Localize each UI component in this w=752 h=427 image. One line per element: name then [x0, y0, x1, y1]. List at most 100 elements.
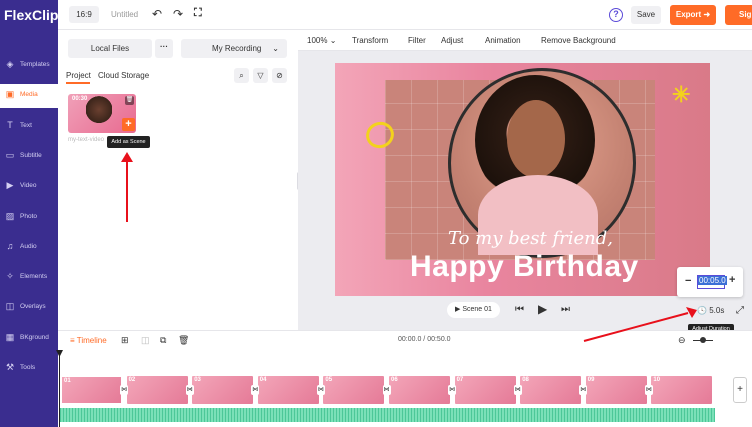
transition-icon[interactable]: ⋈: [513, 385, 522, 395]
adjust-duration-button[interactable]: 🕓 5.0s: [697, 304, 727, 318]
chevron-down-icon: ⌄: [272, 44, 279, 53]
help-icon[interactable]: ?: [609, 8, 623, 22]
tab-cloud-storage[interactable]: Cloud Storage: [98, 71, 149, 80]
transform-button[interactable]: Transform: [352, 36, 388, 45]
undo-icon[interactable]: ↶: [152, 7, 162, 21]
transition-icon[interactable]: ⋈: [382, 385, 391, 395]
clip-number: 06: [391, 377, 398, 383]
playhead[interactable]: [59, 350, 60, 427]
timeline-label: Timeline: [76, 336, 107, 345]
subtitle-icon: ▭: [5, 149, 15, 160]
sidebar-item-photo[interactable]: ▨ Photo: [0, 206, 58, 230]
tools-icon: ⚒: [5, 362, 15, 372]
delete-icon[interactable]: 🗑: [178, 335, 189, 346]
my-recording-dropdown[interactable]: My Recording ⌄: [181, 39, 287, 58]
timeline-clip[interactable]: 01: [60, 375, 123, 405]
photo-icon: ▨: [5, 210, 15, 221]
hide-icon[interactable]: ⊘: [272, 68, 287, 83]
play-small-icon: ▶: [455, 306, 461, 313]
animation-button[interactable]: Animation: [485, 36, 521, 45]
project-title[interactable]: Untitled: [111, 10, 138, 19]
sidebar-item-video[interactable]: ▶ Video: [0, 175, 58, 199]
media-icon: ▣: [5, 89, 15, 100]
timeline-ruler[interactable]: [58, 350, 752, 372]
sidebar-item-label: Overlays: [20, 303, 46, 311]
timeline-clip[interactable]: 08: [519, 375, 583, 405]
previous-icon[interactable]: ⏮: [515, 304, 524, 315]
timeline-clip[interactable]: 04: [256, 375, 320, 405]
canvas-subtitle-text[interactable]: To my best friend,: [448, 228, 613, 249]
timeline-clip[interactable]: 05: [322, 375, 386, 405]
duplicate-icon[interactable]: ⧉: [160, 335, 166, 346]
export-button[interactable]: Export ➜: [670, 5, 716, 25]
sidebar-item-bkground[interactable]: ▦ BKground: [0, 327, 58, 351]
canvas-title-text[interactable]: Happy Birthday: [410, 250, 639, 284]
sidebar-item-templates[interactable]: ◈ Templates: [0, 54, 58, 78]
split-icon[interactable]: ◫: [141, 335, 150, 346]
duration-display: 5.0s: [709, 306, 725, 315]
decrease-duration-button[interactable]: −: [685, 275, 691, 287]
fullscreen-icon[interactable]: ⛶: [194, 7, 202, 20]
more-options-button[interactable]: ···: [155, 39, 173, 58]
remove-background-button[interactable]: Remove Background: [541, 36, 616, 45]
clip-number: 07: [456, 377, 464, 383]
zoom-out-icon[interactable]: ⊖: [678, 335, 686, 346]
sidebar-item-label: Media: [20, 91, 38, 99]
clip-number: 03: [194, 377, 201, 383]
duration-input[interactable]: 00:05.0: [697, 275, 727, 289]
transition-icon[interactable]: ⋈: [448, 385, 457, 395]
local-files-tab[interactable]: Local Files: [68, 39, 152, 58]
sidebar-item-text[interactable]: T Text: [0, 115, 58, 139]
filter-button[interactable]: Filter: [408, 36, 426, 45]
transition-icon[interactable]: ⋈: [316, 385, 325, 395]
transition-icon[interactable]: ⋈: [185, 385, 194, 395]
scene-number: 01: [484, 306, 492, 313]
redo-icon[interactable]: ↷: [173, 7, 183, 21]
save-button[interactable]: Save: [631, 6, 661, 24]
scene-selector[interactable]: ▶ Scene 01: [447, 302, 500, 318]
sign-in-button[interactable]: Sign: [725, 5, 752, 25]
timeline-clip[interactable]: 03: [191, 375, 255, 405]
clip-number: 04: [259, 377, 267, 383]
timeline-clip[interactable]: 10: [650, 375, 714, 405]
audio-track[interactable]: [60, 408, 715, 422]
tab-project[interactable]: Project: [66, 71, 91, 80]
aspect-ratio-button[interactable]: 16:9: [69, 6, 99, 23]
timeline-clip[interactable]: 07: [453, 375, 517, 405]
text-icon: T: [7, 119, 13, 130]
next-icon[interactable]: ⏭: [561, 304, 570, 315]
play-icon[interactable]: ▶: [538, 302, 547, 316]
trash-icon[interactable]: 🗑: [125, 96, 134, 105]
sidebar-item-media[interactable]: ▣ Media: [0, 84, 58, 109]
timeline-clip[interactable]: 02: [125, 375, 189, 405]
zoom-dropdown[interactable]: 100% ⌄: [307, 36, 336, 45]
transition-icon[interactable]: ⋈: [579, 385, 588, 395]
filter-icon[interactable]: ▽: [253, 68, 268, 83]
zoom-value: 100%: [307, 36, 328, 45]
add-scene-icon[interactable]: ⊞: [121, 335, 129, 346]
add-clip-button[interactable]: +: [733, 377, 747, 403]
increase-duration-button[interactable]: +: [729, 274, 735, 286]
transition-icon[interactable]: ⋈: [644, 385, 653, 395]
sidebar-item-audio[interactable]: ♫ Audio: [0, 236, 58, 260]
sidebar-item-elements[interactable]: ✧ Elements: [0, 266, 58, 290]
timeline-clip[interactable]: 06: [388, 375, 451, 405]
sidebar-item-label: Photo: [20, 212, 37, 220]
add-as-scene-button[interactable]: +: [122, 118, 135, 131]
transition-icon[interactable]: ⋈: [120, 385, 129, 395]
search-icon[interactable]: ⌕: [234, 68, 249, 83]
scene-label: Scene: [462, 306, 483, 313]
sidebar-item-tools[interactable]: ⚒ Tools: [0, 357, 58, 381]
transition-icon[interactable]: ⋈: [251, 385, 260, 395]
timeline-clip[interactable]: 09: [584, 375, 648, 405]
zoom-slider-handle[interactable]: [700, 337, 706, 343]
sidebar-item-subtitle[interactable]: ▭ Subtitle: [0, 145, 58, 169]
sidebar-item-label: Audio: [20, 242, 37, 250]
overlays-icon: ◫: [5, 301, 15, 312]
timeline-toggle[interactable]: ≡ Timeline: [70, 336, 107, 345]
fullscreen-preview-icon[interactable]: ⤢: [736, 305, 744, 316]
clip-number: 09: [587, 377, 595, 383]
sidebar-item-overlays[interactable]: ◫ Overlays: [0, 296, 58, 320]
sidebar-item-label: BKground: [20, 333, 49, 341]
adjust-button[interactable]: Adjust: [441, 36, 463, 45]
